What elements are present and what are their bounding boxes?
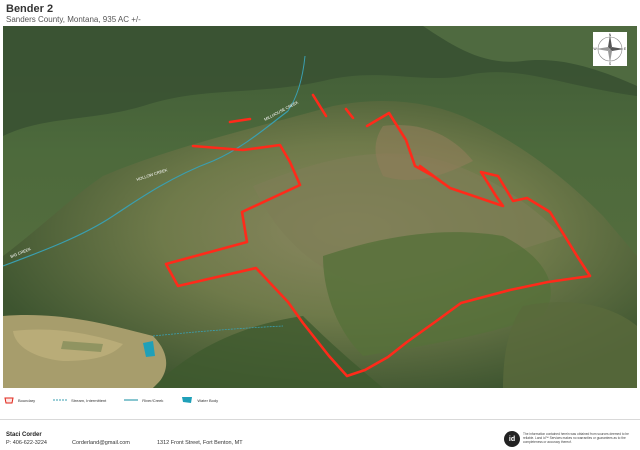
- water-body-icon: [182, 397, 193, 403]
- river-creek-icon: [124, 399, 139, 401]
- legend-label-boundary: Boundary: [18, 397, 36, 403]
- legend-item-river: River/Creek: [124, 397, 163, 403]
- legend-label-stream: Stream, Intermittent: [71, 397, 107, 403]
- agent-phone: P: 406-622-3224: [6, 440, 47, 446]
- footer-divider: [0, 419, 640, 420]
- legend-item-water: Water Body: [181, 396, 218, 404]
- boundary-icon: [4, 397, 14, 404]
- legend-label-river: River/Creek: [142, 397, 164, 403]
- agent-address: 1312 Front Street, Fort Benton, MT: [157, 440, 243, 446]
- legend-label-water: Water Body: [197, 397, 219, 403]
- legend-item-stream: Stream, Intermittent: [53, 397, 106, 403]
- map-legend: Boundary Stream, Intermittent River/Cree…: [4, 393, 236, 407]
- agent-email[interactable]: Corderland@gmail.com: [72, 440, 130, 446]
- disclaimer-text: The information contained herein was obt…: [523, 432, 629, 444]
- aerial-map[interactable]: MILLHOUSE CREEK HOLLOW CREEK BIG CREEK N…: [3, 26, 637, 388]
- compass-icon: N S E W: [593, 32, 627, 66]
- map-subtitle: Sanders County, Montana, 935 AC +/-: [6, 15, 141, 24]
- agent-name: Staci Corder: [6, 432, 42, 438]
- map-title: Bender 2: [6, 3, 54, 15]
- terrain-view: MILLHOUSE CREEK HOLLOW CREEK BIG CREEK: [3, 26, 637, 388]
- land-id-logo: id: [504, 431, 520, 447]
- legend-item-boundary: Boundary: [4, 396, 35, 404]
- stream-intermittent-icon: [53, 399, 68, 401]
